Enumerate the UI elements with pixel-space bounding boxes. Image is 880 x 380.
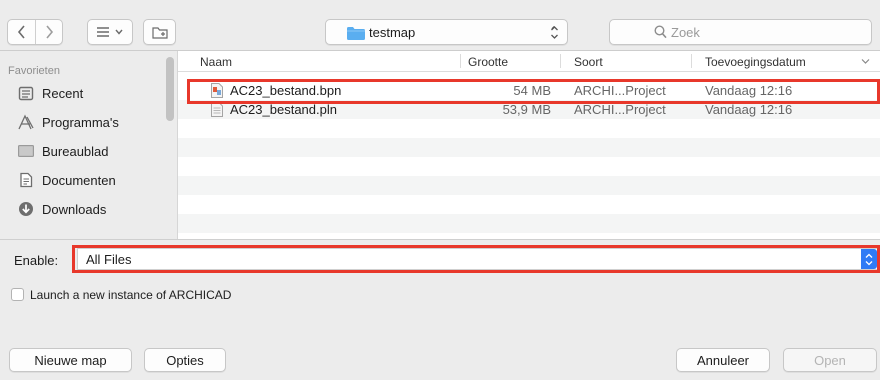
file-row-bpn[interactable]: AC23_bestand.bpn 54 MB ARCHI...Project V… xyxy=(178,81,880,100)
file-kind: ARCHI...Project xyxy=(574,102,666,117)
sidebar: Favorieten Recent Programma's Bureaublad… xyxy=(0,51,178,239)
sidebar-item-bureaublad[interactable]: Bureaublad xyxy=(16,140,109,162)
column-date-header[interactable]: Toevoegingsdatum xyxy=(705,55,806,69)
back-button[interactable] xyxy=(8,20,35,44)
sidebar-item-downloads[interactable]: Downloads xyxy=(16,198,106,220)
sidebar-item-label: Recent xyxy=(42,85,84,101)
file-list: Naam Grootte Soort Toevoegingsdatum AC23… xyxy=(178,51,880,239)
path-popup[interactable]: testmap ⌃ xyxy=(325,19,568,45)
applications-icon xyxy=(16,114,35,130)
search-field[interactable]: Zoek xyxy=(609,19,872,45)
empty-row xyxy=(178,195,880,214)
search-icon xyxy=(654,25,667,39)
file-date: Vandaag 12:16 xyxy=(705,102,793,117)
list-view-icon xyxy=(97,27,123,37)
sidebar-item-documenten[interactable]: Documenten xyxy=(16,169,116,191)
forward-button[interactable] xyxy=(36,20,63,44)
chevron-right-icon xyxy=(46,25,54,39)
enable-label: Enable: xyxy=(14,253,59,268)
folder-icon xyxy=(347,27,365,40)
desktop-icon xyxy=(16,143,35,159)
file-name: AC23_bestand.bpn xyxy=(230,83,342,98)
pln-file-icon xyxy=(211,102,223,117)
file-size: 54 MB xyxy=(513,83,551,98)
new-folder-button[interactable]: Nieuwe map xyxy=(9,348,132,372)
options-label: Opties xyxy=(166,352,204,368)
documents-icon xyxy=(16,172,35,188)
launch-new-instance-label: Launch a new instance of ARCHICAD xyxy=(30,288,232,302)
bpn-file-icon xyxy=(211,83,223,98)
path-popup-label: testmap xyxy=(369,25,416,40)
sidebar-item-label: Downloads xyxy=(42,201,107,217)
sidebar-item-label: Bureaublad xyxy=(42,143,109,159)
enable-select-value: All Files xyxy=(86,252,132,267)
cancel-button[interactable]: Annuleer xyxy=(676,348,770,372)
open-button[interactable]: Open xyxy=(783,348,877,372)
select-stepper-icon xyxy=(861,249,877,269)
chevron-left-icon xyxy=(17,25,25,39)
view-options-button[interactable] xyxy=(87,19,133,45)
file-name: AC23_bestand.pln xyxy=(230,102,337,117)
column-size-header[interactable]: Grootte xyxy=(468,55,508,69)
empty-row xyxy=(178,157,880,176)
search-placeholder: Zoek xyxy=(671,25,700,40)
sidebar-scrollbar[interactable] xyxy=(166,57,174,121)
sidebar-item-programmas[interactable]: Programma's xyxy=(16,111,119,133)
new-folder-label: Nieuwe map xyxy=(34,352,107,368)
popup-chevrons-icon xyxy=(551,26,558,39)
empty-row xyxy=(178,119,880,138)
back-forward-control xyxy=(7,19,63,45)
sidebar-heading: Favorieten xyxy=(8,65,60,77)
file-row-pln[interactable]: AC23_bestand.pln 53,9 MB ARCHI...Project… xyxy=(178,100,880,119)
file-kind: ARCHI...Project xyxy=(574,83,666,98)
empty-row xyxy=(178,176,880,195)
options-button[interactable]: Opties xyxy=(144,348,226,372)
sidebar-item-label: Documenten xyxy=(42,172,116,188)
sidebar-item-label: Programma's xyxy=(42,114,119,130)
column-name-header[interactable]: Naam xyxy=(200,55,232,69)
column-header: Naam Grootte Soort Toevoegingsdatum xyxy=(178,51,880,72)
empty-row xyxy=(178,214,880,233)
cropped-caption xyxy=(0,0,880,12)
open-label: Open xyxy=(814,352,846,368)
sort-chevron-icon xyxy=(861,59,870,64)
column-kind-header[interactable]: Soort xyxy=(574,55,603,69)
toolbar: testmap ⌃ Zoek xyxy=(0,0,880,50)
downloads-icon xyxy=(16,201,35,217)
file-size: 53,9 MB xyxy=(502,102,551,117)
cancel-label: Annuleer xyxy=(696,352,750,368)
sidebar-item-recent[interactable]: Recent xyxy=(16,82,83,104)
new-folder-icon xyxy=(151,26,168,39)
recent-icon xyxy=(16,85,35,101)
launch-new-instance-checkbox[interactable] xyxy=(11,288,24,301)
empty-row xyxy=(178,138,880,157)
enable-select[interactable]: All Files xyxy=(77,248,878,270)
file-date: Vandaag 12:16 xyxy=(705,83,793,98)
new-folder-toolbar-button[interactable] xyxy=(143,19,176,45)
